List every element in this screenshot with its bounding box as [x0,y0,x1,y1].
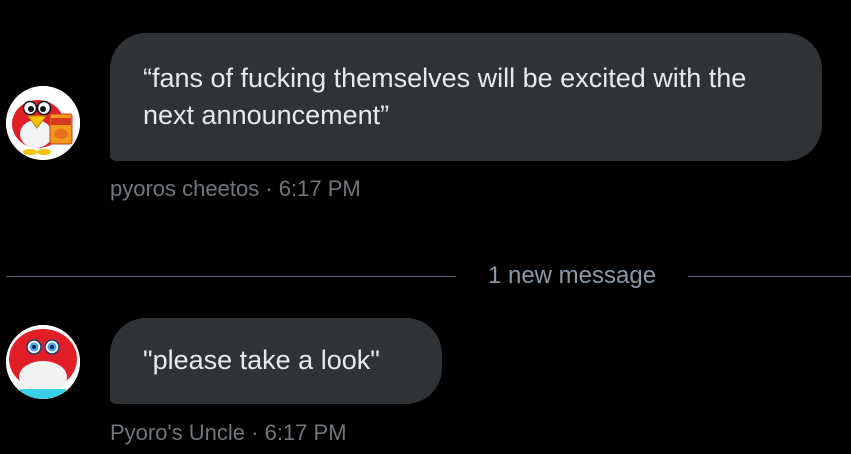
message-time: 6:17 PM [278,176,361,201]
divider-line-right [688,276,851,277]
sender-avatar[interactable] [6,86,80,160]
message-bubble[interactable]: “fans of fucking themselves will be exci… [110,33,822,161]
message-text: "please take a look" [143,345,380,375]
message-meta: pyoros cheetos · 6:17 PM [110,176,361,202]
message-bubble[interactable]: "please take a look" [110,318,442,404]
pyoro-uncle-avatar-icon [6,325,80,399]
dm-conversation: “fans of fucking themselves will be exci… [0,0,851,454]
divider-line-left [6,276,456,277]
meta-separator: · [245,420,265,445]
message-text: “fans of fucking themselves will be exci… [143,63,747,130]
message-meta: Pyoro's Uncle · 6:17 PM [110,420,347,446]
meta-separator: · [259,176,279,201]
sender-name[interactable]: pyoros cheetos [110,176,259,201]
message-time: 6:17 PM [264,420,347,445]
sender-name[interactable]: Pyoro's Uncle [110,420,245,445]
pyoro-cheetos-avatar-icon [6,86,80,160]
new-message-divider: 1 new message [487,262,657,289]
sender-avatar[interactable] [6,325,80,399]
